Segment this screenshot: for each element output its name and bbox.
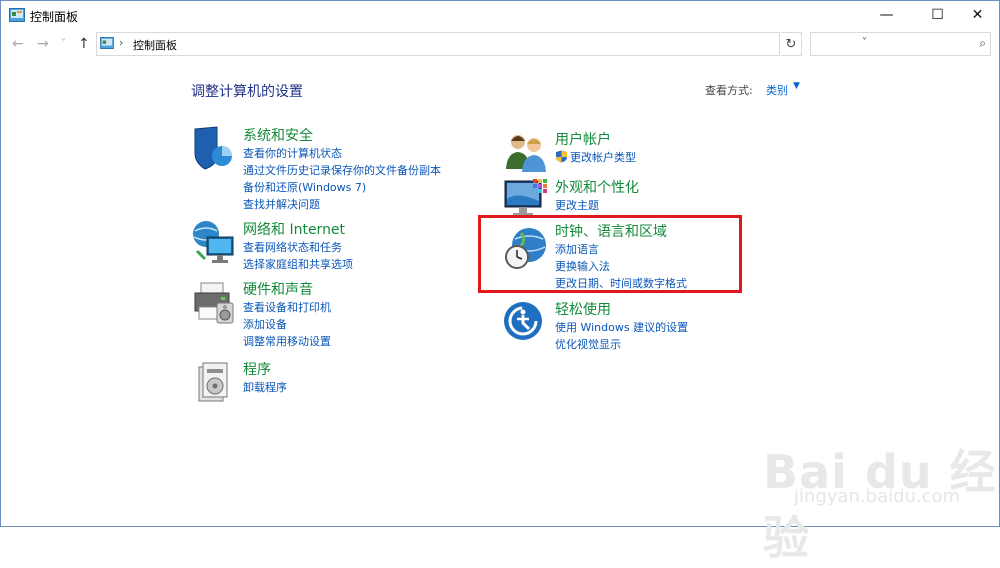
link-troubleshoot[interactable]: 查找并解决问题 (243, 196, 320, 212)
category-programs: 程序 卸载程序 (191, 359, 471, 405)
baidu-watermark-url: jingyan.baidu.com (794, 486, 961, 507)
breadcrumb-control-panel[interactable]: 控制面板 (133, 37, 177, 53)
link-change-account-type[interactable]: 更改帐户类型 (570, 149, 636, 165)
link-uninstall-program[interactable]: 卸载程序 (243, 379, 287, 395)
caret-down-icon[interactable]: ▼ (793, 81, 800, 91)
link-devices-printers[interactable]: 查看设备和打印机 (243, 299, 331, 315)
category-title[interactable]: 网络和 Internet (243, 219, 345, 239)
window-title: 控制面板 (30, 10, 79, 24)
category-title[interactable]: 系统和安全 (243, 125, 313, 145)
title-bar[interactable]: 控制面板 — ☐ ✕ (1, 1, 999, 29)
category-title[interactable]: 硬件和声音 (243, 279, 313, 299)
category-ease-of-access: 轻松使用 使用 Windows 建议的设置 优化视觉显示 (503, 299, 783, 352)
category-hardware-sound: 硬件和声音 查看设备和打印机 添加设备 调整常用移动设置 (191, 279, 471, 349)
control-panel-window: 控制面板 — ☐ ✕ ← → ˅ ↑ › 控制面板 ˅ ↻ ⌕ 调整计算机的设置… (0, 0, 1000, 565)
shield-icon[interactable] (191, 125, 237, 171)
view-by-label: 查看方式: (705, 84, 753, 97)
network-icon[interactable] (191, 219, 237, 265)
link-network-status[interactable]: 查看网络状态和任务 (243, 239, 342, 255)
link-view-computer-status[interactable]: 查看你的计算机状态 (243, 145, 342, 161)
minimize-button[interactable]: — (864, 1, 909, 29)
ease-of-access-icon[interactable] (503, 299, 549, 345)
main-content: 调整计算机的设置 查看方式: 类别 ▼ 系统和安全 查看你的计算机状态 通过文件… (1, 61, 999, 565)
control-panel-icon (100, 37, 114, 49)
address-bar: ← → ˅ ↑ › 控制面板 ˅ ↻ ⌕ (1, 29, 999, 59)
category-system-security: 系统和安全 查看你的计算机状态 通过文件历史记录保存你的文件备份副本 备份和还原… (191, 125, 471, 211)
recent-locations-button[interactable]: ˅ (61, 38, 66, 49)
link-homegroup[interactable]: 选择家庭组和共享选项 (243, 256, 353, 272)
category-title[interactable]: 程序 (243, 359, 271, 379)
view-by-dropdown[interactable]: 类别 (766, 82, 788, 98)
close-button[interactable]: ✕ (955, 1, 1000, 29)
chevron-right-icon[interactable]: › (119, 36, 123, 49)
search-input[interactable]: ⌕ (810, 32, 991, 56)
address-field[interactable]: › 控制面板 ˅ (96, 32, 867, 56)
link-windows-recommended-settings[interactable]: 使用 Windows 建议的设置 (555, 319, 688, 335)
link-backup-restore[interactable]: 备份和还原(Windows 7) (243, 179, 366, 195)
uac-shield-icon (556, 150, 567, 163)
category-title[interactable]: 轻松使用 (555, 299, 611, 319)
back-button[interactable]: ← (12, 36, 24, 52)
refresh-button[interactable]: ↻ (781, 32, 802, 56)
printer-icon[interactable] (191, 279, 237, 325)
category-title[interactable]: 用户帐户 (555, 129, 611, 149)
programs-icon[interactable] (191, 359, 237, 405)
link-change-theme[interactable]: 更改主题 (555, 197, 599, 213)
link-optimize-visual-display[interactable]: 优化视觉显示 (555, 336, 621, 352)
forward-button[interactable]: → (37, 36, 49, 52)
link-file-history-backup[interactable]: 通过文件历史记录保存你的文件备份副本 (243, 162, 441, 178)
maximize-button[interactable]: ☐ (915, 1, 960, 29)
control-panel-icon (9, 8, 25, 22)
page-title: 调整计算机的设置 (191, 84, 303, 100)
link-add-device[interactable]: 添加设备 (243, 316, 287, 332)
users-icon[interactable] (503, 129, 549, 175)
category-user-accounts: 用户帐户 更改帐户类型 (503, 129, 783, 175)
up-button[interactable]: ↑ (78, 36, 90, 52)
category-network-internet: 网络和 Internet 查看网络状态和任务 选择家庭组和共享选项 (191, 219, 471, 271)
link-mobility-settings[interactable]: 调整常用移动设置 (243, 333, 331, 349)
category-title[interactable]: 外观和个性化 (555, 177, 639, 197)
highlight-annotation-box (478, 215, 742, 293)
search-icon[interactable]: ⌕ (979, 36, 986, 51)
